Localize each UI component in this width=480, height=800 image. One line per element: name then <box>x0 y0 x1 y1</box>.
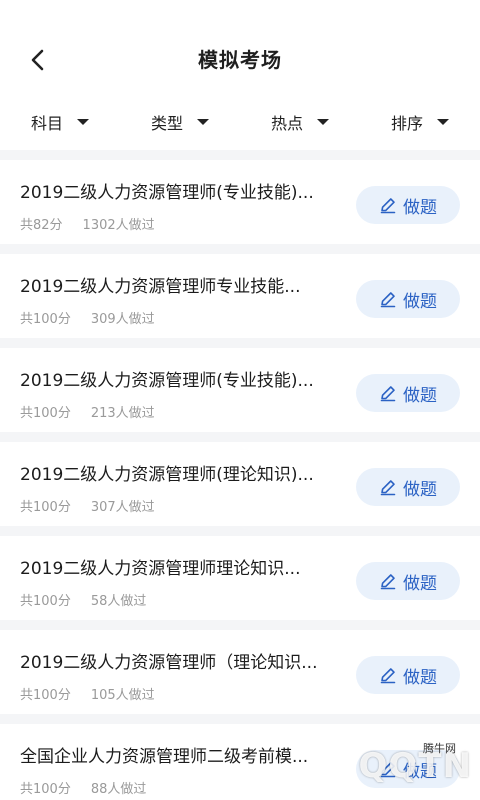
exam-count: 213人做过 <box>90 406 155 421</box>
pencil-icon <box>380 762 396 778</box>
do-exam-button[interactable]: 做题 <box>356 374 460 412</box>
exam-score: 共82分 <box>20 218 63 233</box>
app-screen: 模拟考场 科目 类型 热点 排序 2019二级人力资源管理师(专业技能)... … <box>0 0 480 800</box>
exam-score: 共100分 <box>20 406 71 421</box>
do-exam-label: 做题 <box>403 197 437 218</box>
filter-type[interactable]: 类型 <box>120 92 240 150</box>
pencil-icon <box>380 480 396 496</box>
exam-title: 2019二级人力资源管理师(专业技能)... <box>20 183 314 203</box>
pencil-icon <box>380 668 396 684</box>
do-exam-label: 做题 <box>403 761 437 782</box>
exam-meta: 共82分 1302人做过 <box>20 214 155 233</box>
caret-down-icon <box>197 119 209 125</box>
filter-label: 科目 <box>30 114 63 133</box>
pencil-icon <box>380 198 396 214</box>
do-exam-label: 做题 <box>403 667 437 688</box>
exam-title: 2019二级人力资源管理师(理论知识)... <box>20 465 314 485</box>
exam-score: 共100分 <box>20 594 71 609</box>
list-item[interactable]: 2019二级人力资源管理师理论知识... 共100分 58人做过 做题 <box>0 536 480 620</box>
filter-label: 排序 <box>390 114 423 133</box>
do-exam-label: 做题 <box>403 479 437 500</box>
exam-score: 共100分 <box>20 500 71 515</box>
exam-title: 2019二级人力资源管理师专业技能... <box>20 277 301 297</box>
do-exam-label: 做题 <box>403 385 437 406</box>
exam-title: 2019二级人力资源管理师理论知识... <box>20 559 301 579</box>
pencil-icon <box>380 292 396 308</box>
filter-label: 热点 <box>270 114 303 133</box>
do-exam-button[interactable]: 做题 <box>356 562 460 600</box>
exam-list: 2019二级人力资源管理师(专业技能)... 共82分 1302人做过 做题 2… <box>0 160 480 800</box>
page-title: 模拟考场 <box>198 48 282 72</box>
do-exam-button[interactable]: 做题 <box>356 468 460 506</box>
list-item[interactable]: 2019二级人力资源管理师(专业技能)... 共100分 213人做过 做题 <box>0 348 480 432</box>
exam-title: 全国企业人力资源管理师二级考前模... <box>20 747 309 767</box>
list-item[interactable]: 2019二级人力资源管理师(专业技能)... 共82分 1302人做过 做题 <box>0 160 480 244</box>
do-exam-button[interactable]: 做题 <box>356 186 460 224</box>
header: 模拟考场 <box>0 0 480 92</box>
list-item[interactable]: 2019二级人力资源管理师专业技能... 共100分 309人做过 做题 <box>0 254 480 338</box>
exam-count: 58人做过 <box>90 594 147 609</box>
list-item[interactable]: 2019二级人力资源管理师(理论知识)... 共100分 307人做过 做题 <box>0 442 480 526</box>
filter-subject[interactable]: 科目 <box>0 92 120 150</box>
exam-meta: 共100分 58人做过 <box>20 590 146 609</box>
pencil-icon <box>380 574 396 590</box>
exam-count: 105人做过 <box>90 688 155 703</box>
do-exam-label: 做题 <box>403 573 437 594</box>
list-item[interactable]: 2019二级人力资源管理师（理论知识... 共100分 105人做过 做题 <box>0 630 480 714</box>
filter-sort[interactable]: 排序 <box>360 92 480 150</box>
caret-down-icon <box>77 119 89 125</box>
exam-count: 309人做过 <box>90 312 155 327</box>
pencil-icon <box>380 386 396 402</box>
list-item[interactable]: 全国企业人力资源管理师二级考前模... 共100分 88人做过 做题 <box>0 724 480 800</box>
exam-count: 88人做过 <box>90 782 147 797</box>
filter-label: 类型 <box>150 114 183 133</box>
do-exam-button[interactable]: 做题 <box>356 750 460 788</box>
exam-count: 1302人做过 <box>82 218 155 233</box>
exam-meta: 共100分 105人做过 <box>20 684 155 703</box>
do-exam-label: 做题 <box>403 291 437 312</box>
exam-meta: 共100分 88人做过 <box>20 778 146 797</box>
exam-title: 2019二级人力资源管理师（理论知识... <box>20 653 318 673</box>
exam-count: 307人做过 <box>90 500 155 515</box>
caret-down-icon <box>437 119 449 125</box>
exam-meta: 共100分 307人做过 <box>20 496 155 515</box>
exam-score: 共100分 <box>20 688 71 703</box>
do-exam-button[interactable]: 做题 <box>356 656 460 694</box>
caret-down-icon <box>317 119 329 125</box>
exam-score: 共100分 <box>20 782 71 797</box>
filter-hot[interactable]: 热点 <box>240 92 360 150</box>
do-exam-button[interactable]: 做题 <box>356 280 460 318</box>
exam-title: 2019二级人力资源管理师(专业技能)... <box>20 371 314 391</box>
filter-bar: 科目 类型 热点 排序 <box>0 92 480 150</box>
exam-meta: 共100分 309人做过 <box>20 308 155 327</box>
exam-score: 共100分 <box>20 312 71 327</box>
exam-meta: 共100分 213人做过 <box>20 402 155 421</box>
